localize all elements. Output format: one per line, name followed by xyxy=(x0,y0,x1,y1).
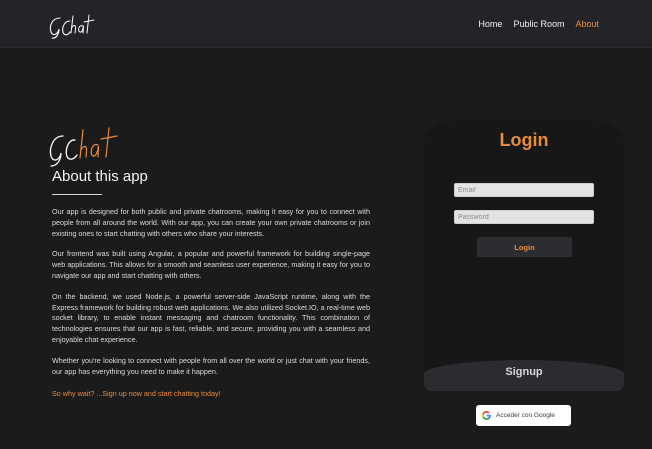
nav-link-home[interactable]: Home xyxy=(478,19,502,29)
about-paragraph: Our app is designed for both public and … xyxy=(52,207,370,238)
google-g-icon xyxy=(482,411,491,420)
nav-link-public-room[interactable]: Public Room xyxy=(513,19,564,29)
about-paragraph: Our frontend was built using Angular, a … xyxy=(52,249,370,280)
google-signin-label: Acceder con Google xyxy=(496,412,555,419)
gchat-logo-script-icon xyxy=(49,127,118,167)
login-title: Login xyxy=(499,130,549,150)
title-divider xyxy=(52,194,102,195)
password-field[interactable] xyxy=(454,210,594,224)
about-paragraph: Whether you're looking to connect with p… xyxy=(52,355,370,376)
about-logo xyxy=(47,124,125,173)
about-body: Our app is designed for both public and … xyxy=(52,207,370,410)
signup-label: Signup xyxy=(505,366,543,378)
email-field[interactable] xyxy=(454,183,594,197)
nav-links: Home Public Room About xyxy=(467,19,599,29)
navbar: Home Public Room About xyxy=(0,0,652,48)
brand-logo[interactable] xyxy=(48,12,96,45)
signup-toggle[interactable]: Signup xyxy=(424,360,624,391)
nav-link-about[interactable]: About xyxy=(575,19,599,29)
login-button[interactable]: Login xyxy=(477,237,572,257)
brand-logo-script-icon xyxy=(49,14,95,39)
signup-cta-text: So why wait? ...Sign up now and start ch… xyxy=(52,389,221,399)
about-title: About this app xyxy=(52,168,148,185)
login-card: Login Login Signup xyxy=(424,120,624,391)
google-signin-button[interactable]: Acceder con Google xyxy=(476,405,571,426)
about-paragraph: On the backend, we used Node.js, a power… xyxy=(52,291,370,344)
